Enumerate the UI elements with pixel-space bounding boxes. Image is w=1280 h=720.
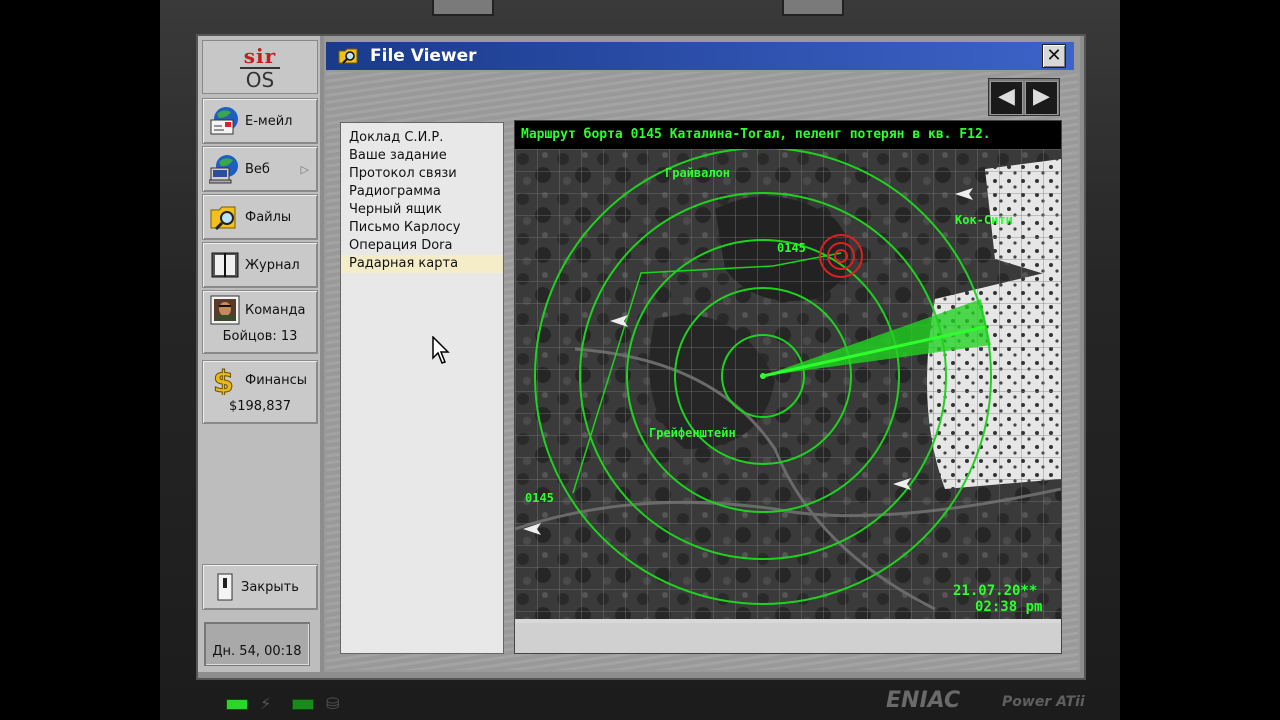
map-time: 02:38 pm (975, 599, 1042, 615)
list-item[interactable]: Ваше задание (341, 147, 503, 165)
map-label-greifenstein: Грейфенштейн (649, 426, 736, 440)
list-item[interactable]: Черный ящик (341, 201, 503, 219)
radar-map: Грайвалон Кок-Сити 0145 Грейфенштейн 014… (515, 149, 1061, 619)
sidebar-item-label: Финансы (245, 372, 308, 388)
radar-map-panel: Маршрут борта 0145 Каталина-Тогал, пелен… (514, 120, 1062, 654)
submenu-arrow-icon: ▷ (300, 163, 309, 176)
power-led-icon (226, 699, 248, 710)
web-icon (208, 154, 241, 184)
list-item[interactable]: Письмо Карлосу (341, 219, 503, 237)
files-icon (209, 202, 241, 232)
monitor-top-tab (432, 0, 494, 16)
sidebar-item-finance[interactable]: $ Финансы $198,837 (202, 360, 318, 424)
sidebar-item-label: Команда (245, 302, 306, 318)
window-close-button[interactable]: ✕ (1042, 44, 1066, 68)
sidebar: sir OS Е-мейл Веб ▷ Файлы Журнал Команда… (198, 36, 320, 672)
map-label-flight-top: 0145 (777, 241, 806, 255)
sidebar-item-label: Е-мейл (245, 113, 293, 129)
close-switch-icon (209, 572, 241, 602)
sidebar-item-label: Журнал (245, 257, 300, 273)
team-avatar-icon (209, 295, 241, 325)
map-caption: Маршрут борта 0145 Каталина-Тогал, пелен… (515, 121, 1061, 149)
disk-icon: ⛁ (326, 694, 340, 713)
list-item[interactable]: Протокол связи (341, 165, 503, 183)
map-date: 21.07.20** (953, 583, 1037, 599)
sidebar-item-label: Веб (245, 161, 270, 177)
map-label-grayvalon: Грайвалон (665, 166, 730, 180)
map-label-cocity: Кок-Сити (955, 213, 1013, 227)
power-bolt-icon: ⚡ (260, 694, 272, 713)
sidebar-item-files[interactable]: Файлы (202, 194, 318, 240)
radar-svg: Грайвалон Кок-Сити 0145 Грейфенштейн 014… (515, 149, 1061, 619)
finance-balance: $198,837 (228, 399, 292, 414)
disk-led-icon (292, 699, 314, 710)
sidebar-item-close[interactable]: Закрыть (202, 564, 318, 610)
map-footer (515, 623, 1061, 653)
sidebar-item-web[interactable]: Веб ▷ (202, 146, 318, 192)
list-item[interactable]: Операция Dora (341, 237, 503, 255)
back-arrow-button[interactable]: ◀ (990, 81, 1023, 115)
journal-icon (209, 250, 241, 280)
svg-text:$: $ (213, 365, 234, 395)
sidebar-item-email[interactable]: Е-мейл (202, 98, 318, 144)
window-title: File Viewer (370, 46, 477, 66)
forward-arrow-button[interactable]: ▶ (1025, 81, 1058, 115)
sidebar-item-label: Закрыть (241, 579, 299, 595)
map-label-flight-bottom: 0145 (525, 491, 554, 505)
list-item-selected[interactable]: Радарная карта (341, 255, 503, 273)
email-icon (209, 106, 241, 136)
logo-top: sir (243, 44, 277, 68)
sidebar-item-journal[interactable]: Журнал (202, 242, 318, 288)
sir-os-logo: sir OS (202, 40, 318, 94)
sidebar-item-team[interactable]: Команда Бойцов: 13 (202, 290, 318, 354)
window-titlebar[interactable]: File Viewer ✕ (326, 42, 1074, 70)
bezel-brand: ENIAC (886, 688, 961, 713)
page-nav: ◀ ▶ (988, 78, 1060, 116)
list-item[interactable]: Радиограмма (341, 183, 503, 201)
list-item[interactable]: Доклад С.И.Р. (341, 129, 503, 147)
mouse-cursor-icon (432, 336, 450, 364)
folder-search-icon (338, 47, 360, 65)
file-list: Доклад С.И.Р. Ваше задание Протокол связ… (340, 122, 504, 654)
sidebar-item-label: Файлы (245, 209, 292, 225)
team-count: Бойцов: 13 (222, 329, 298, 344)
logo-bottom: OS (240, 67, 280, 91)
game-clock: Дн. 54, 00:18 (204, 622, 310, 666)
monitor-top-tab (782, 0, 844, 16)
bezel-model: Power ATii (1002, 694, 1085, 710)
dollar-icon: $ (209, 365, 241, 401)
radar-center (760, 373, 766, 379)
